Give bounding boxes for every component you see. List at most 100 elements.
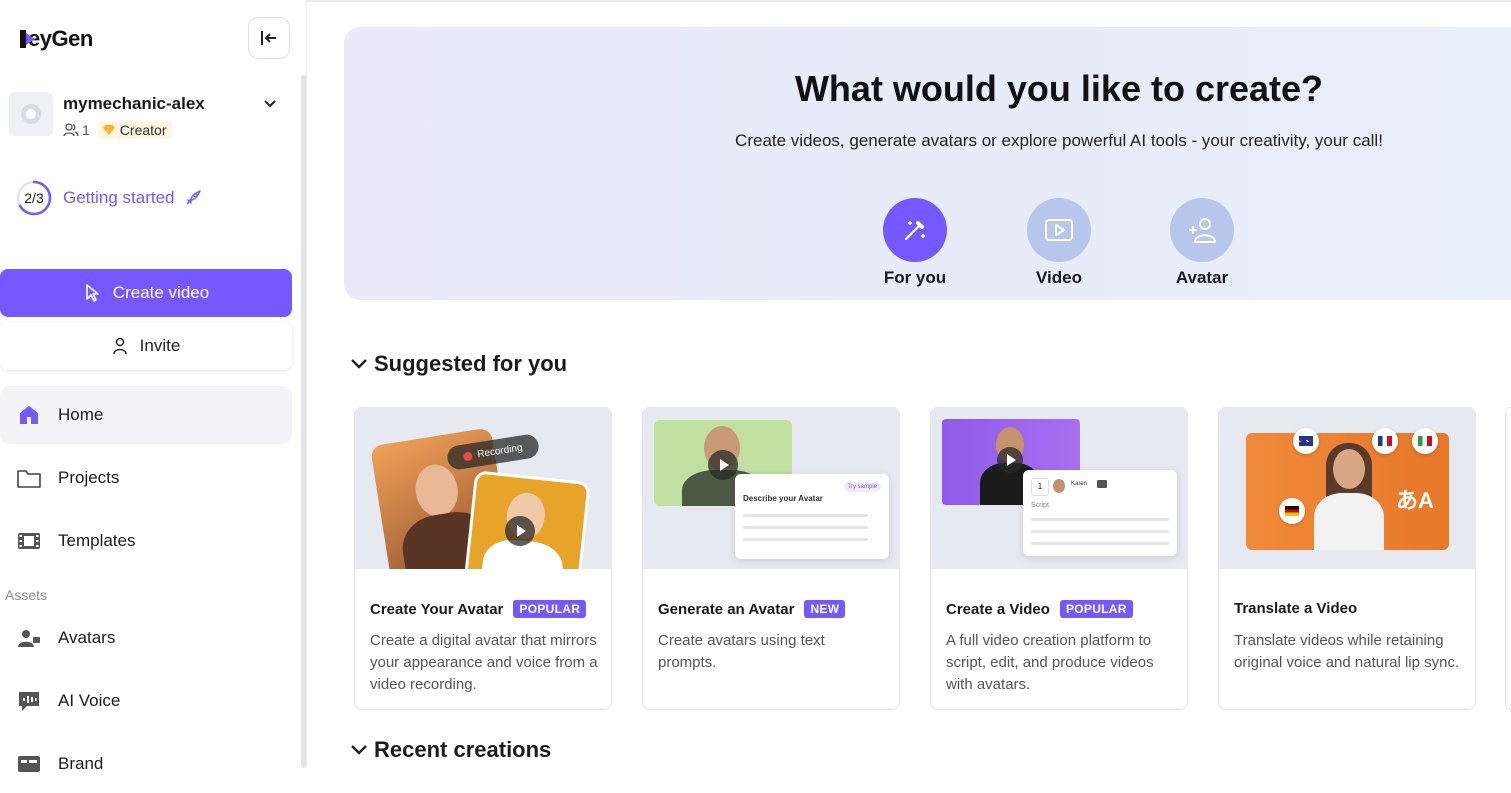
account-name: mymechanic-alex xyxy=(63,94,205,113)
try-sample-chip: Try sample xyxy=(843,482,881,492)
assets-heading: Assets xyxy=(5,587,48,603)
category-avatar[interactable]: Avatar xyxy=(1157,198,1247,288)
getting-started[interactable]: 2/3 Getting started xyxy=(16,180,203,216)
heygen-logo[interactable]: eyGen xyxy=(20,26,93,52)
play-icon[interactable] xyxy=(997,447,1023,473)
card-title-text: Generate an Avatar xyxy=(658,600,795,618)
text-line xyxy=(1031,518,1169,521)
person-head xyxy=(411,461,462,520)
play-icon[interactable] xyxy=(708,450,738,480)
nav-item-brand[interactable]: Brand xyxy=(0,735,292,793)
category-for-you[interactable]: For you xyxy=(870,198,960,288)
nav-item-avatars[interactable]: Avatars xyxy=(0,609,292,667)
sidebar: eyGen mymechanic-alex 1 Creator 2/3 Gett… xyxy=(0,0,307,773)
card-create-a-video[interactable]: 1 Karen Script Create a Video POPULAR A … xyxy=(930,407,1188,710)
workspace-logo-icon xyxy=(21,104,41,124)
script-panel: 1 Karen Script xyxy=(1023,470,1177,556)
chevron-down-icon xyxy=(351,359,367,369)
nav-label-home: Home xyxy=(58,405,104,424)
nav-label-ai-voice: AI Voice xyxy=(58,691,121,710)
card-description: A full video creation platform to script… xyxy=(946,632,1154,693)
nav-item-templates[interactable]: Templates xyxy=(0,512,292,570)
script-label: Script xyxy=(1031,502,1049,509)
person-body xyxy=(1314,493,1384,550)
card-create-your-avatar[interactable]: Recording Create Your Avatar POPULAR Cre… xyxy=(354,407,612,710)
hero-title: What would you like to create? xyxy=(794,68,1324,109)
rocket-icon xyxy=(185,190,201,205)
members-icon xyxy=(63,123,79,137)
new-tag: NEW xyxy=(804,600,846,618)
describe-label: Describe your Avatar xyxy=(743,494,823,503)
nav-label-brand: Brand xyxy=(58,754,104,773)
text-line xyxy=(743,514,868,517)
category-label: For you xyxy=(883,268,947,287)
flag-germany-icon xyxy=(1279,498,1305,524)
card-thumbnail: Describe your Avatar Try sample xyxy=(643,408,899,569)
account-switcher[interactable]: mymechanic-alex 1 Creator xyxy=(9,92,289,140)
film-icon xyxy=(0,531,58,551)
video-play-icon xyxy=(1027,198,1091,262)
next-card-partial[interactable] xyxy=(1505,407,1511,710)
card-title-text: Create Your Avatar xyxy=(370,600,504,618)
progress-ring: 2/3 xyxy=(16,180,52,216)
nav-item-ai-voice[interactable]: AI Voice xyxy=(0,672,292,730)
flag-uk-icon xyxy=(1293,428,1319,454)
voice-icon xyxy=(0,690,58,712)
nav-label-avatars: Avatars xyxy=(58,628,116,647)
describe-panel: Describe your Avatar Try sample xyxy=(735,474,889,559)
top-divider xyxy=(307,0,1511,2)
add-user-icon xyxy=(1170,198,1234,262)
nav-label-templates: Templates xyxy=(58,531,136,550)
progress-text: 2/3 xyxy=(24,190,44,206)
card-title: Create a Video POPULAR xyxy=(946,600,1133,618)
chevron-down-icon xyxy=(351,745,367,755)
card-title-text: Translate a Video xyxy=(1234,600,1358,617)
recent-section-header[interactable]: Recent creations xyxy=(350,737,551,763)
nav-item-home[interactable]: Home xyxy=(0,386,292,444)
card-title: Generate an Avatar NEW xyxy=(658,600,846,618)
recording-label: Recording xyxy=(476,441,524,460)
create-video-button[interactable]: Create video xyxy=(0,269,292,317)
card-description: Create avatars using text prompts. xyxy=(658,632,825,671)
sidebar-scrollbar[interactable] xyxy=(301,75,306,768)
text-line xyxy=(1031,530,1169,533)
invite-button[interactable]: Invite xyxy=(0,322,292,370)
card-description: Translate videos while retaining origina… xyxy=(1234,632,1460,671)
logo-mark xyxy=(20,30,35,48)
card-title: Create Your Avatar POPULAR xyxy=(370,600,587,618)
collapse-left-icon xyxy=(261,31,276,45)
collapse-sidebar-button[interactable] xyxy=(248,17,290,59)
caption-icon xyxy=(1097,480,1107,488)
logo-text: eyGen xyxy=(28,26,93,51)
recent-title: Recent creations xyxy=(374,737,552,762)
category-video[interactable]: Video xyxy=(1014,198,1104,288)
getting-started-label: Getting started xyxy=(63,188,175,207)
suggested-section-header[interactable]: Suggested for you xyxy=(350,351,567,377)
plan-badge: Creator xyxy=(97,121,173,139)
chevron-down-icon[interactable] xyxy=(263,96,277,114)
avatar-name: Karen xyxy=(1071,481,1088,487)
avatars-icon xyxy=(0,628,58,648)
card-generate-an-avatar[interactable]: Describe your Avatar Try sample Generate… xyxy=(642,407,900,710)
flag-italy-icon xyxy=(1412,428,1438,454)
user-icon xyxy=(112,337,127,355)
card-thumbnail: Recording xyxy=(355,408,611,569)
plan-name: Creator xyxy=(119,122,167,138)
text-line xyxy=(743,526,868,529)
card-thumbnail: 1 Karen Script xyxy=(931,408,1187,569)
card-description: Create a digital avatar that mirrors you… xyxy=(370,632,598,693)
cursor-play-icon xyxy=(85,284,99,302)
play-icon[interactable] xyxy=(505,516,535,546)
nav-item-projects[interactable]: Projects xyxy=(0,449,292,507)
create-video-label: Create video xyxy=(112,283,210,302)
workspace-avatar xyxy=(9,92,53,136)
card-translate-a-video[interactable]: あA Translate a Video Translate videos wh… xyxy=(1218,407,1476,710)
scene-number: 1 xyxy=(1031,478,1049,496)
nav-label-projects: Projects xyxy=(58,468,120,487)
hero-subtitle: Create videos, generate avatars or explo… xyxy=(735,131,1383,150)
magic-wand-icon xyxy=(883,198,947,262)
popular-tag: POPULAR xyxy=(513,600,587,618)
flag-france-icon xyxy=(1372,428,1398,454)
members-count: 1 xyxy=(82,122,90,138)
account-meta: 1 Creator xyxy=(63,121,173,139)
